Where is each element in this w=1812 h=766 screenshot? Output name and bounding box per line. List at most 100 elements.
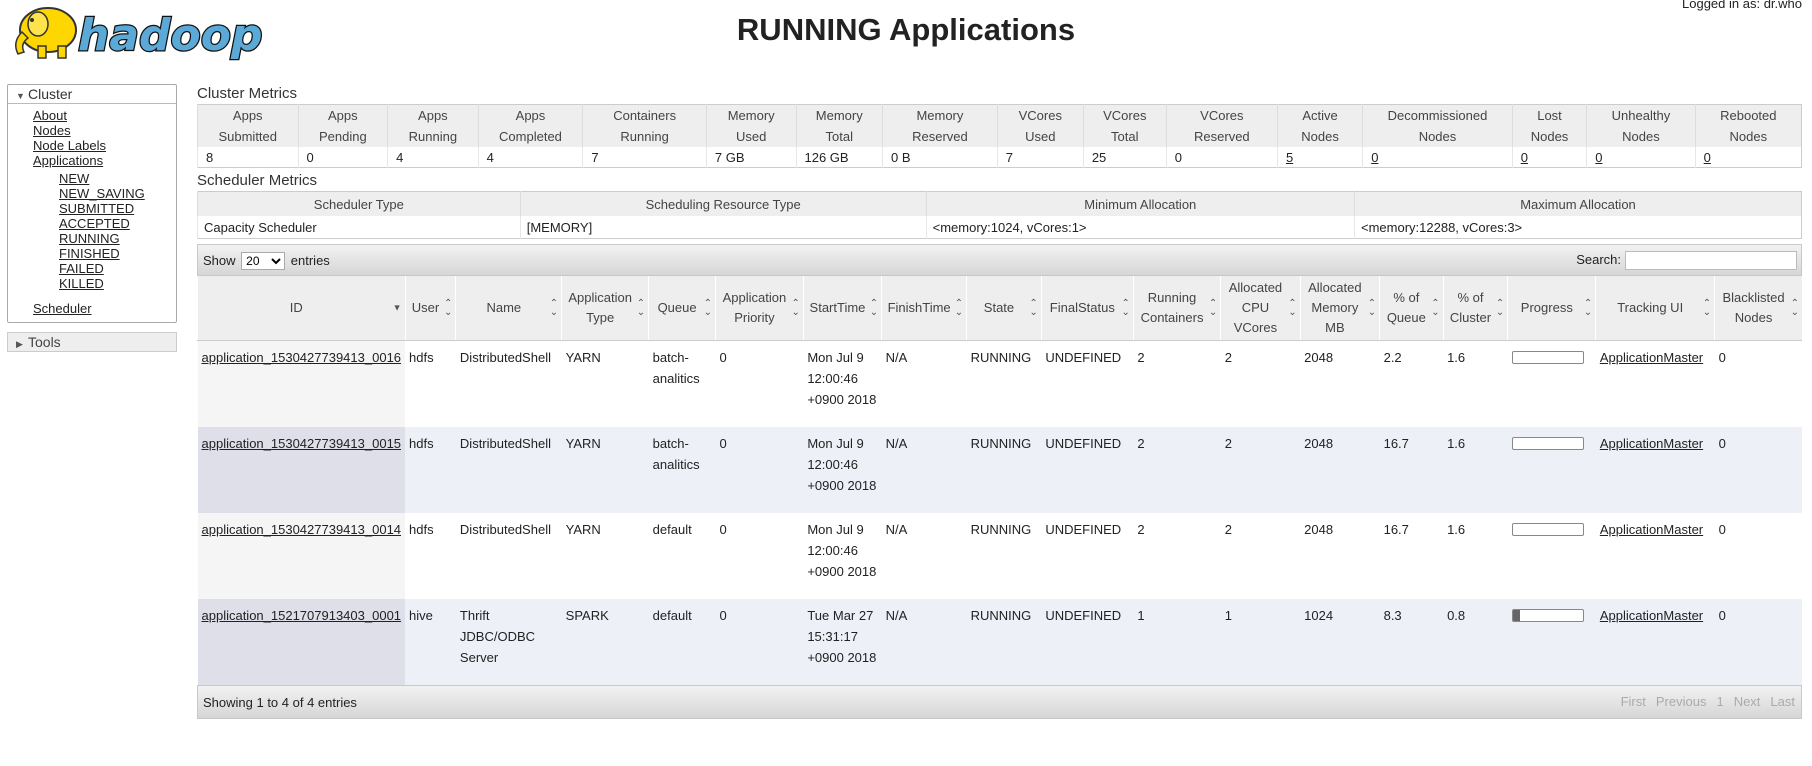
column-header-label: Blacklisted Nodes	[1722, 290, 1785, 325]
scheduler-value-minimum-allocation: <memory:1024, vCores:1>	[925, 216, 1355, 239]
column-header-user[interactable]: User ⌃ ⌄	[404, 276, 456, 341]
tracking-ui-link[interactable]: ApplicationMaster	[1600, 522, 1703, 537]
column-header-queue[interactable]: Queue ⌃ ⌄	[648, 276, 716, 341]
column-header-finalstatus[interactable]: FinalStatus ⌃ ⌄	[1040, 276, 1134, 341]
nav-link-scheduler[interactable]: Scheduler	[33, 301, 92, 316]
nav-link-accepted[interactable]: ACCEPTED	[59, 216, 130, 231]
application-id-link[interactable]: application_1521707913403_0001	[202, 608, 402, 623]
page-length-select[interactable]: 20	[241, 252, 286, 270]
column-header-application-priority[interactable]: Application Priority ⌃ ⌄	[715, 276, 804, 341]
progress-bar	[1511, 523, 1584, 536]
cell-memory: 2048	[1300, 513, 1380, 599]
cell-start: Mon Jul 9 12:00:46 +0900 2018	[803, 340, 882, 427]
cluster-metrics-table: Apps Submitted Apps Pending Apps Running Ap…	[197, 104, 1802, 168]
search-input[interactable]	[1625, 251, 1797, 270]
tracking-ui-link[interactable]: ApplicationMaster	[1600, 608, 1703, 623]
chevron-right-icon: ▶	[16, 339, 23, 349]
cell-finish: N/A	[881, 427, 967, 513]
nav-link-running[interactable]: RUNNING	[59, 231, 120, 246]
metric-link-rebooted-nodes[interactable]: 0	[1704, 150, 1711, 165]
cell-state: RUNNING	[966, 427, 1042, 513]
application-id-link[interactable]: application_1530427739413_0014	[202, 522, 402, 537]
cell-pct_cluster: 1.6	[1443, 427, 1508, 513]
nav-link-node-labels[interactable]: Node Labels	[33, 138, 106, 153]
scheduler-header-minimum-allocation: Minimum Allocation	[925, 191, 1355, 216]
sort-icon: ⌃ ⌄	[636, 298, 646, 318]
metric-value-apps-pending: 0	[297, 147, 388, 168]
column-header-label: FinishTime	[887, 300, 951, 315]
nav-link-applications[interactable]: Applications	[33, 153, 103, 168]
metric-value-rebooted-nodes: 0	[1694, 147, 1802, 168]
column-header-of-cluster[interactable]: % of Cluster ⌃ ⌄	[1442, 276, 1508, 341]
column-header-starttime[interactable]: StartTime ⌃ ⌄	[802, 276, 882, 341]
scheduler-header-scheduler-type: Scheduler Type	[197, 191, 521, 216]
metric-link-decommissioned-nodes[interactable]: 0	[1371, 150, 1378, 165]
cell-pct_queue: 2.2	[1379, 340, 1444, 427]
cluster-nav-list: About Nodes Node Labels Applications NEW…	[8, 104, 176, 322]
column-header-allocated-memory-mb[interactable]: Allocated Memory MB ⌃ ⌄	[1299, 276, 1380, 341]
nav-link-failed[interactable]: FAILED	[59, 261, 104, 276]
nav-link-killed[interactable]: KILLED	[59, 276, 104, 291]
column-header-tracking-ui[interactable]: Tracking UI ⌃ ⌄	[1595, 276, 1715, 341]
column-header-running-containers[interactable]: Running Containers ⌃ ⌄	[1132, 276, 1221, 341]
nav-link-submitted[interactable]: SUBMITTED	[59, 201, 134, 216]
cell-start: Mon Jul 9 12:00:46 +0900 2018	[803, 427, 882, 513]
column-header-allocated-cpu-vcores[interactable]: Allocated CPU VCores ⌃ ⌄	[1220, 276, 1301, 341]
application-id-link[interactable]: application_1530427739413_0015	[202, 436, 402, 451]
pager-previous[interactable]: Previous	[1656, 694, 1707, 709]
metric-value-decommissioned-nodes: 0	[1362, 147, 1513, 168]
applications-datatable: Show 20 entries Search: ID ▼ User ⌃ ⌄ Name ⌃ …	[197, 244, 1802, 719]
cell-memory: 2048	[1300, 427, 1380, 513]
cell-priority: 0	[715, 599, 804, 685]
pager-1[interactable]: 1	[1716, 694, 1723, 709]
cell-priority: 0	[715, 513, 804, 599]
column-header-label: Allocated Memory MB	[1308, 280, 1362, 335]
sort-icon: ⌃ ⌄	[1029, 298, 1038, 318]
nav-link-about[interactable]: About	[33, 108, 67, 123]
nav-link-new-saving[interactable]: NEW_SAVING	[59, 186, 145, 201]
application-id-link[interactable]: application_1530427739413_0016	[202, 350, 402, 365]
cell-queue: default	[648, 513, 716, 599]
column-header-label: % of Queue	[1386, 290, 1426, 325]
metric-link-unhealthy-nodes[interactable]: 0	[1595, 150, 1602, 165]
column-header-label: Application Type	[568, 290, 632, 325]
nav-link-new[interactable]: NEW	[59, 171, 89, 186]
column-header-blacklisted-nodes[interactable]: Blacklisted Nodes ⌃ ⌄	[1714, 276, 1802, 341]
cell-progress	[1507, 599, 1596, 685]
tracking-ui-link[interactable]: ApplicationMaster	[1600, 350, 1703, 365]
pager-first[interactable]: First	[1621, 694, 1646, 709]
table-info: Showing 1 to 4 of 4 entries	[203, 695, 357, 710]
column-header-label: Queue	[657, 300, 697, 315]
column-header-application-type[interactable]: Application Type ⌃ ⌄	[561, 276, 649, 341]
cell-pct_cluster: 0.8	[1443, 599, 1508, 685]
cell-type: YARN	[561, 427, 649, 513]
nav-link-finished[interactable]: FINISHED	[59, 246, 120, 261]
pager-last[interactable]: Last	[1770, 694, 1795, 709]
tracking-ui-link[interactable]: ApplicationMaster	[1600, 436, 1703, 451]
chevron-down-icon: ▼	[16, 91, 25, 101]
progress-fill	[1512, 610, 1520, 621]
nav-link-nodes[interactable]: Nodes	[33, 123, 71, 138]
column-header-of-queue[interactable]: % of Queue ⌃ ⌄	[1379, 276, 1444, 341]
pager-next[interactable]: Next	[1734, 694, 1761, 709]
column-header-name[interactable]: Name ⌃ ⌄	[455, 276, 562, 341]
column-header-state[interactable]: State ⌃ ⌄	[966, 276, 1042, 341]
column-header-finishtime[interactable]: FinishTime ⌃ ⌄	[881, 276, 967, 341]
scheduler-metrics-table: Scheduler Type Scheduling Resource Type Mi…	[197, 191, 1802, 239]
cell-finish: N/A	[881, 340, 967, 427]
table-row: application_1521707913403_0001 hive Thrift…	[197, 599, 1802, 685]
column-header-progress[interactable]: Progress ⌃ ⌄	[1507, 276, 1596, 341]
cluster-nav-header[interactable]: ▼ Cluster	[8, 85, 176, 104]
cell-state: RUNNING	[966, 340, 1042, 427]
cell-finish: N/A	[881, 513, 967, 599]
cell-queue: default	[648, 599, 716, 685]
cluster-metrics-title: Cluster Metrics	[197, 85, 298, 102]
progress-bar	[1511, 437, 1584, 450]
metric-header-vcores-reserved: VCores Reserved	[1165, 104, 1278, 147]
tools-nav-header[interactable]: ▶ Tools	[7, 332, 177, 352]
metric-link-lost-nodes[interactable]: 0	[1521, 150, 1528, 165]
metric-link-active-nodes[interactable]: 5	[1286, 150, 1293, 165]
metric-header-memory-reserved: Memory Reserved	[882, 104, 998, 147]
sort-icon: ⌃ ⌄	[791, 298, 800, 318]
column-header-id[interactable]: ID ▼	[197, 276, 406, 341]
